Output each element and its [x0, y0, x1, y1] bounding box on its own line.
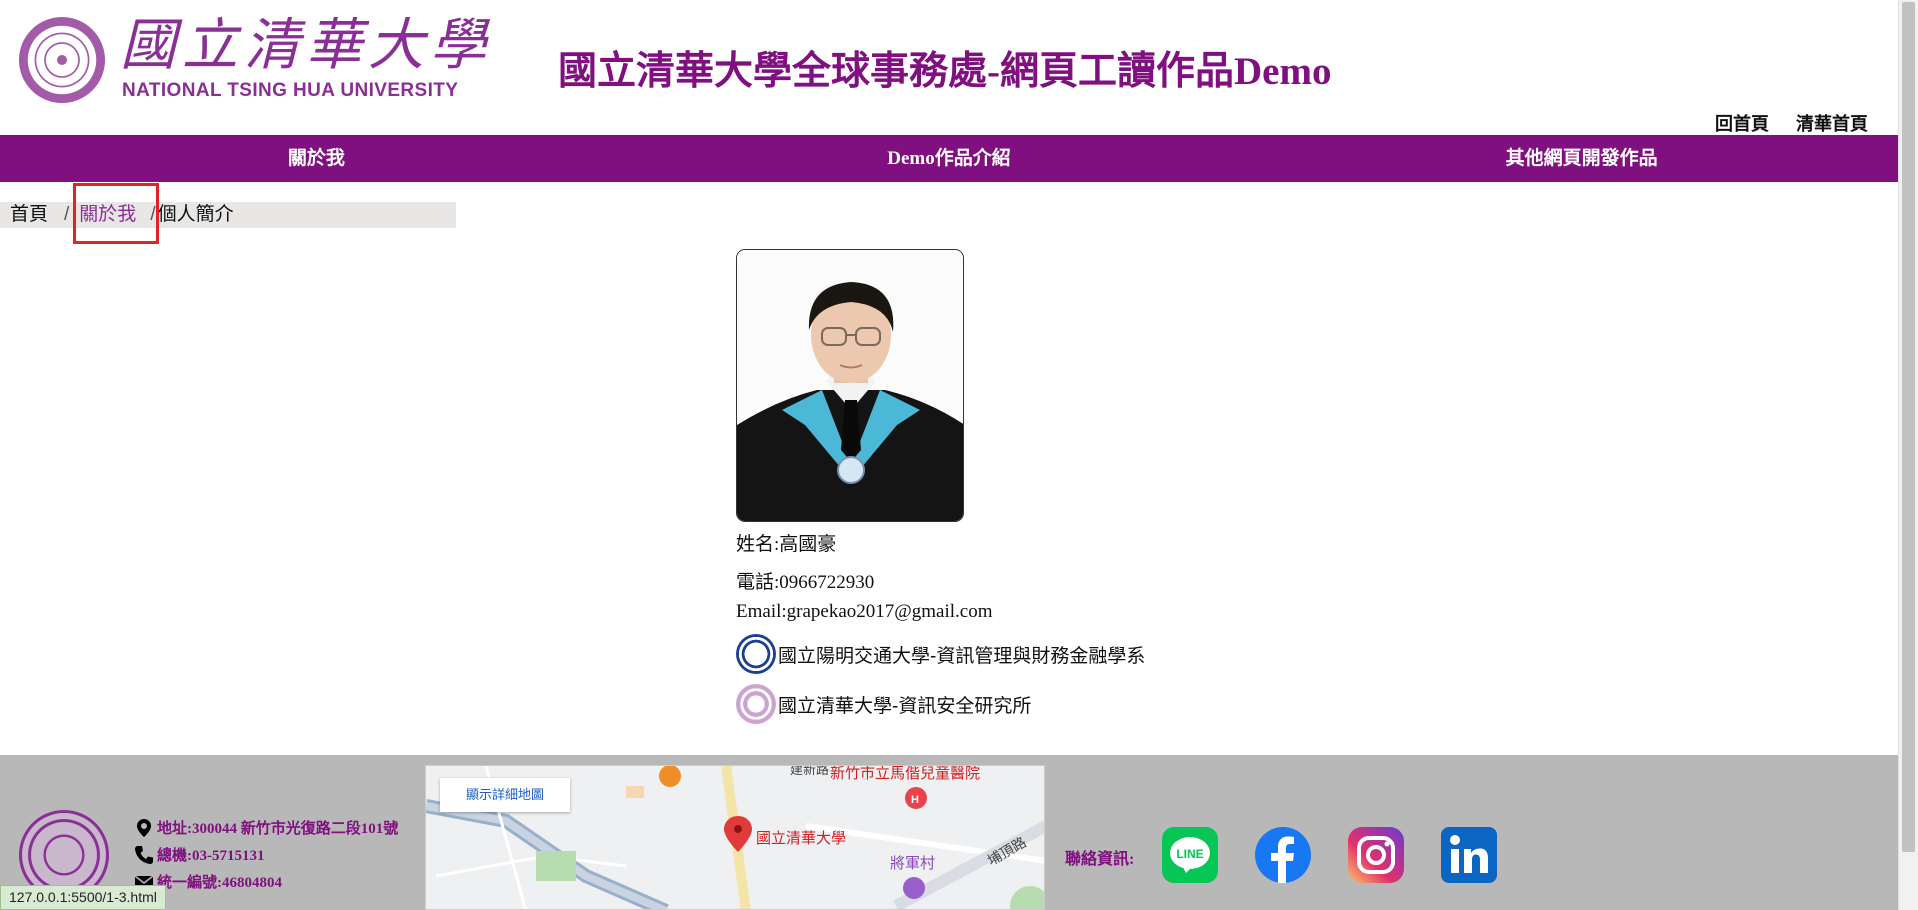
school-name: 國立陽明交通大學-資訊管理與財務金融學系 [778, 645, 1146, 667]
nav-item-label: 關於我 [287, 148, 345, 169]
footer-phone: 總機:03-5715131 [134, 844, 265, 865]
browser-status-url: 127.0.0.1:5500/1-3.html [0, 885, 166, 910]
nthu-logo-icon [736, 684, 776, 724]
logo-chinese-name[interactable]: 國立清華大學 [120, 14, 492, 78]
location-pin-icon [137, 818, 151, 837]
instagram-icon[interactable] [1346, 825, 1406, 885]
top-links: 回首頁 清華首頁 [1693, 110, 1868, 136]
map-hospital-label: 新竹市立馬偕兒童醫院 [830, 766, 980, 782]
line-icon[interactable]: LINE [1160, 825, 1220, 885]
scrollbar-thumb[interactable] [1902, 2, 1915, 852]
nav-item-label: 其他網頁開發作品 [1505, 148, 1658, 169]
show-detailed-map-button[interactable]: 顯示詳細地圖 [440, 778, 570, 812]
school-row-nthu: 國立清華大學-資訊安全研究所 [736, 684, 1031, 724]
nycu-logo-icon [736, 634, 776, 674]
embedded-map[interactable]: H 國立清華大學 新竹市立馬偕兒童醫院 將軍村 埔頂路 建新路 顯示詳細地圖 [425, 765, 1045, 910]
vertical-scrollbar[interactable] [1898, 0, 1918, 910]
profile-name: 姓名:高國豪 [736, 534, 837, 555]
footer-address-text: 地址:300044 新竹市光復路二段101號 [157, 821, 399, 837]
highlight-annotation-box [73, 183, 159, 244]
breadcrumb-separator: / [64, 204, 70, 225]
site-header: 國立清華大學 NATIONAL TSING HUA UNIVERSITY 國立清… [0, 0, 1898, 135]
nav-item-about-me[interactable]: 關於我 [0, 135, 633, 182]
profile-photo [736, 249, 964, 522]
profile-phone: 電話:0966722930 [736, 572, 875, 593]
linkedin-logo-graphic [1441, 827, 1497, 883]
phone-icon [135, 845, 153, 864]
home-link[interactable]: 回首頁 [1715, 114, 1769, 134]
nthu-home-link[interactable]: 清華首頁 [1796, 114, 1868, 134]
map-village-label: 將軍村 [890, 854, 935, 872]
main-nav: 關於我 Demo作品介紹 其他網頁開發作品 [0, 135, 1898, 182]
facebook-icon[interactable] [1253, 825, 1313, 885]
page-title: 國立清華大學全球事務處-網頁工讀作品Demo [558, 50, 1332, 93]
footer-phone-text: 總機:03-5715131 [157, 848, 265, 864]
map-marker-label: 國立清華大學 [756, 829, 846, 847]
breadcrumb: 首頁 / 關於我 / 個人簡介 [0, 202, 456, 228]
graduate-portrait-image [737, 250, 963, 521]
logo-english-name[interactable]: NATIONAL TSING HUA UNIVERSITY [122, 80, 458, 102]
map-road-label-2: 建新路 [790, 766, 829, 778]
site-footer: 地址:300044 新竹市光復路二段101號 總機:03-5715131 統一編… [0, 755, 1898, 910]
linkedin-icon[interactable] [1439, 825, 1499, 885]
contact-info-label: 聯絡資訊: [1065, 851, 1135, 868]
line-logo-graphic: LINE [1162, 827, 1218, 883]
nav-item-demo-works[interactable]: Demo作品介紹 [633, 135, 1266, 182]
facebook-logo-graphic [1255, 827, 1311, 883]
profile-email: Email:grapekao2017@gmail.com [736, 601, 993, 622]
breadcrumb-current: 個人簡介 [157, 204, 234, 225]
nav-item-label: Demo作品介紹 [887, 148, 1011, 169]
breadcrumb-home[interactable]: 首頁 [10, 204, 48, 225]
instagram-logo-graphic [1348, 827, 1404, 883]
footer-address: 地址:300044 新竹市光復路二段101號 [134, 817, 398, 838]
line-icon-text: LINE [1176, 847, 1203, 861]
school-row-nycu: 國立陽明交通大學-資訊管理與財務金融學系 [736, 634, 1145, 674]
nav-item-other-works[interactable]: 其他網頁開發作品 [1265, 135, 1898, 182]
school-name: 國立清華大學-資訊安全研究所 [778, 695, 1032, 717]
nthu-seal-logo[interactable] [19, 17, 105, 103]
svg-text:H: H [911, 794, 919, 806]
footer-tax-id-text: 統一編號:46804804 [157, 875, 282, 891]
